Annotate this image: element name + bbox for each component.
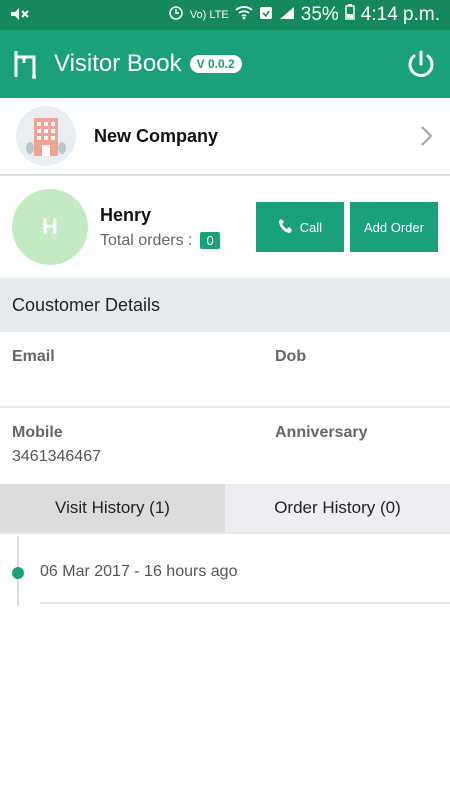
list-item[interactable]: 06 Mar 2017 - 16 hours ago	[40, 563, 237, 581]
battery-icon	[345, 4, 355, 26]
customer-row: H Henry Total orders : 0 Call Add Order	[0, 176, 450, 278]
customer-details-header: Coustomer Details	[0, 278, 450, 332]
timeline-dot	[12, 567, 24, 579]
company-row[interactable]: New Company	[0, 98, 450, 176]
status-right: Vo) LTE 35% 4:14 p.m.	[168, 4, 440, 26]
email-label: Email	[12, 348, 55, 365]
total-orders-count: 0	[200, 232, 220, 249]
customer-actions: Call Add Order	[256, 202, 438, 252]
divider	[40, 602, 450, 604]
network-label: Vo) LTE	[189, 9, 229, 21]
total-orders: Total orders : 0	[100, 232, 220, 250]
notification-icon	[259, 4, 273, 26]
avatar: H	[12, 189, 88, 265]
alarm-icon	[168, 4, 184, 26]
mute-icon	[10, 7, 30, 24]
battery-percent: 35%	[300, 4, 339, 25]
visitor-book-logo-icon	[12, 47, 42, 81]
detail-row-mobile-anniversary: Mobile 3461346467 Anniversary	[0, 408, 450, 484]
detail-row-email-dob: Email Dob	[0, 332, 450, 408]
tab-visit-history[interactable]: Visit History (1)	[0, 484, 225, 532]
history-tabs: Visit History (1) Order History (0)	[0, 484, 450, 534]
status-bar: Vo) LTE 35% 4:14 p.m.	[0, 0, 450, 30]
tab-order-history[interactable]: Order History (0)	[225, 484, 450, 532]
app-bar: Visitor Book V 0.0.2	[0, 30, 450, 98]
customer-details-title: Coustomer Details	[12, 294, 161, 315]
customer-info: Henry Total orders : 0	[100, 205, 220, 250]
office-building-icon	[16, 106, 76, 166]
anniversary-label: Anniversary	[275, 424, 368, 441]
mobile-label: Mobile	[12, 424, 63, 441]
email-cell: Email	[12, 348, 55, 372]
power-icon[interactable]	[404, 47, 438, 81]
anniversary-cell: Anniversary	[275, 424, 368, 448]
call-label: Call	[299, 219, 323, 235]
phone-icon	[278, 218, 294, 237]
visit-timeline: 06 Mar 2017 - 16 hours ago	[0, 536, 450, 606]
status-left	[10, 7, 30, 24]
signal-icon	[279, 4, 295, 26]
dob-cell: Dob	[275, 348, 306, 372]
mobile-cell: Mobile 3461346467	[12, 424, 101, 466]
chevron-right-icon[interactable]	[418, 124, 434, 148]
mobile-value[interactable]: 3461346467	[12, 448, 101, 466]
dob-label: Dob	[275, 348, 307, 365]
app-title: Visitor Book	[54, 50, 182, 77]
add-order-label: Add Order	[364, 219, 424, 235]
version-badge: V 0.0.2	[189, 55, 242, 73]
call-button[interactable]: Call	[256, 202, 344, 252]
add-order-button[interactable]: Add Order	[350, 202, 438, 252]
total-orders-label: Total orders :	[100, 231, 193, 249]
company-name: New Company	[94, 125, 219, 146]
customer-name: Henry	[100, 204, 152, 225]
wifi-icon	[235, 4, 253, 26]
clock: 4:14 p.m.	[360, 4, 440, 25]
